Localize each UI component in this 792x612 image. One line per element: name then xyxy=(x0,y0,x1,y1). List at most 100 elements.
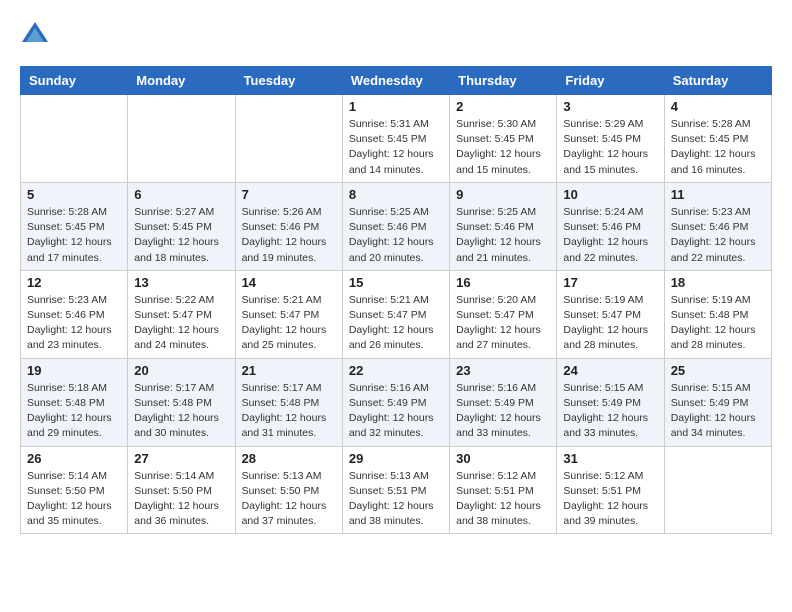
day-number: 19 xyxy=(27,363,121,378)
day-info: Sunrise: 5:15 AM Sunset: 5:49 PM Dayligh… xyxy=(671,381,765,442)
calendar-week-row: 5 Sunrise: 5:28 AM Sunset: 5:45 PM Daylig… xyxy=(21,182,772,270)
calendar-cell: 3 Sunrise: 5:29 AM Sunset: 5:45 PM Daylig… xyxy=(557,95,664,183)
day-info: Sunrise: 5:21 AM Sunset: 5:47 PM Dayligh… xyxy=(242,293,336,354)
day-number: 10 xyxy=(563,187,657,202)
day-info: Sunrise: 5:12 AM Sunset: 5:51 PM Dayligh… xyxy=(456,469,550,530)
day-info: Sunrise: 5:20 AM Sunset: 5:47 PM Dayligh… xyxy=(456,293,550,354)
calendar-cell: 2Sunrise: 5:30 AM Sunset: 5:45 PM Daylig… xyxy=(450,95,557,183)
calendar-cell: 19 Sunrise: 5:18 AM Sunset: 5:48 PM Dayli… xyxy=(21,358,128,446)
day-info: Sunrise: 5:16 AM Sunset: 5:49 PM Dayligh… xyxy=(349,381,443,442)
calendar-cell: 17 Sunrise: 5:19 AM Sunset: 5:47 PM Dayli… xyxy=(557,270,664,358)
day-number: 21 xyxy=(242,363,336,378)
calendar-cell: 6 Sunrise: 5:27 AM Sunset: 5:45 PM Daylig… xyxy=(128,182,235,270)
day-info: Sunrise: 5:14 AM Sunset: 5:50 PM Dayligh… xyxy=(27,469,121,530)
day-info: Sunrise: 5:23 AM Sunset: 5:46 PM Dayligh… xyxy=(671,205,765,266)
day-info: Sunrise: 5:23 AM Sunset: 5:46 PM Dayligh… xyxy=(27,293,121,354)
day-info: Sunrise: 5:14 AM Sunset: 5:50 PM Dayligh… xyxy=(134,469,228,530)
day-number: 9 xyxy=(456,187,550,202)
calendar-week-row: 1 Sunrise: 5:31 AM Sunset: 5:45 PM Daylig… xyxy=(21,95,772,183)
day-info: Sunrise: 5:17 AM Sunset: 5:48 PM Dayligh… xyxy=(134,381,228,442)
calendar-cell: 1 Sunrise: 5:31 AM Sunset: 5:45 PM Daylig… xyxy=(342,95,449,183)
day-number: 8 xyxy=(349,187,443,202)
calendar-header-row: SundayMondayTuesdayWednesdayThursdayFrid… xyxy=(21,67,772,95)
calendar-cell: 18 Sunrise: 5:19 AM Sunset: 5:48 PM Dayli… xyxy=(664,270,771,358)
day-number: 14 xyxy=(242,275,336,290)
day-number: 18 xyxy=(671,275,765,290)
column-header-wednesday: Wednesday xyxy=(342,67,449,95)
calendar-cell: 29Sunrise: 5:13 AM Sunset: 5:51 PM Dayli… xyxy=(342,446,449,534)
column-header-thursday: Thursday xyxy=(450,67,557,95)
day-info: Sunrise: 5:24 AM Sunset: 5:46 PM Dayligh… xyxy=(563,205,657,266)
day-info: Sunrise: 5:13 AM Sunset: 5:51 PM Dayligh… xyxy=(349,469,443,530)
calendar-cell xyxy=(235,95,342,183)
day-info: Sunrise: 5:21 AM Sunset: 5:47 PM Dayligh… xyxy=(349,293,443,354)
day-number: 24 xyxy=(563,363,657,378)
day-number: 17 xyxy=(563,275,657,290)
calendar-week-row: 12 Sunrise: 5:23 AM Sunset: 5:46 PM Dayli… xyxy=(21,270,772,358)
calendar-cell: 26 Sunrise: 5:14 AM Sunset: 5:50 PM Dayli… xyxy=(21,446,128,534)
day-number: 23 xyxy=(456,363,550,378)
calendar-cell: 5 Sunrise: 5:28 AM Sunset: 5:45 PM Daylig… xyxy=(21,182,128,270)
day-number: 22 xyxy=(349,363,443,378)
day-info: Sunrise: 5:25 AM Sunset: 5:46 PM Dayligh… xyxy=(349,205,443,266)
calendar-cell: 8 Sunrise: 5:25 AM Sunset: 5:46 PM Daylig… xyxy=(342,182,449,270)
day-info: Sunrise: 5:27 AM Sunset: 5:45 PM Dayligh… xyxy=(134,205,228,266)
day-number: 15 xyxy=(349,275,443,290)
day-info: Sunrise: 5:29 AM Sunset: 5:45 PM Dayligh… xyxy=(563,117,657,178)
day-info: Sunrise: 5:16 AM Sunset: 5:49 PM Dayligh… xyxy=(456,381,550,442)
calendar-cell: 31 Sunrise: 5:12 AM Sunset: 5:51 PM Dayli… xyxy=(557,446,664,534)
calendar-cell xyxy=(21,95,128,183)
day-number: 31 xyxy=(563,451,657,466)
calendar-cell: 23 Sunrise: 5:16 AM Sunset: 5:49 PM Dayli… xyxy=(450,358,557,446)
day-info: Sunrise: 5:17 AM Sunset: 5:48 PM Dayligh… xyxy=(242,381,336,442)
day-info: Sunrise: 5:12 AM Sunset: 5:51 PM Dayligh… xyxy=(563,469,657,530)
calendar-cell: 15 Sunrise: 5:21 AM Sunset: 5:47 PM Dayli… xyxy=(342,270,449,358)
calendar-cell: 13Sunrise: 5:22 AM Sunset: 5:47 PM Dayli… xyxy=(128,270,235,358)
calendar-cell: 4Sunrise: 5:28 AM Sunset: 5:45 PM Daylig… xyxy=(664,95,771,183)
calendar-cell: 7 Sunrise: 5:26 AM Sunset: 5:46 PM Daylig… xyxy=(235,182,342,270)
calendar-cell: 11Sunrise: 5:23 AM Sunset: 5:46 PM Dayli… xyxy=(664,182,771,270)
day-number: 12 xyxy=(27,275,121,290)
calendar-cell: 10 Sunrise: 5:24 AM Sunset: 5:46 PM Dayli… xyxy=(557,182,664,270)
calendar-table: SundayMondayTuesdayWednesdayThursdayFrid… xyxy=(20,66,772,534)
day-number: 1 xyxy=(349,99,443,114)
logo-icon xyxy=(20,20,50,50)
calendar-cell: 16 Sunrise: 5:20 AM Sunset: 5:47 PM Dayli… xyxy=(450,270,557,358)
day-number: 5 xyxy=(27,187,121,202)
day-number: 3 xyxy=(563,99,657,114)
calendar-cell: 22 Sunrise: 5:16 AM Sunset: 5:49 PM Dayli… xyxy=(342,358,449,446)
day-info: Sunrise: 5:28 AM Sunset: 5:45 PM Dayligh… xyxy=(671,117,765,178)
column-header-tuesday: Tuesday xyxy=(235,67,342,95)
calendar-week-row: 19 Sunrise: 5:18 AM Sunset: 5:48 PM Dayli… xyxy=(21,358,772,446)
day-number: 28 xyxy=(242,451,336,466)
day-info: Sunrise: 5:18 AM Sunset: 5:48 PM Dayligh… xyxy=(27,381,121,442)
day-number: 13 xyxy=(134,275,228,290)
day-info: Sunrise: 5:13 AM Sunset: 5:50 PM Dayligh… xyxy=(242,469,336,530)
calendar-cell: 20 Sunrise: 5:17 AM Sunset: 5:48 PM Dayli… xyxy=(128,358,235,446)
day-number: 27 xyxy=(134,451,228,466)
day-info: Sunrise: 5:19 AM Sunset: 5:47 PM Dayligh… xyxy=(563,293,657,354)
day-info: Sunrise: 5:28 AM Sunset: 5:45 PM Dayligh… xyxy=(27,205,121,266)
logo xyxy=(20,20,54,50)
calendar-cell: 9Sunrise: 5:25 AM Sunset: 5:46 PM Daylig… xyxy=(450,182,557,270)
day-number: 30 xyxy=(456,451,550,466)
calendar-cell: 24Sunrise: 5:15 AM Sunset: 5:49 PM Dayli… xyxy=(557,358,664,446)
column-header-monday: Monday xyxy=(128,67,235,95)
day-info: Sunrise: 5:19 AM Sunset: 5:48 PM Dayligh… xyxy=(671,293,765,354)
calendar-cell: 14 Sunrise: 5:21 AM Sunset: 5:47 PM Dayli… xyxy=(235,270,342,358)
day-number: 7 xyxy=(242,187,336,202)
calendar-cell xyxy=(128,95,235,183)
day-info: Sunrise: 5:30 AM Sunset: 5:45 PM Dayligh… xyxy=(456,117,550,178)
column-header-sunday: Sunday xyxy=(21,67,128,95)
day-number: 6 xyxy=(134,187,228,202)
day-number: 26 xyxy=(27,451,121,466)
day-info: Sunrise: 5:31 AM Sunset: 5:45 PM Dayligh… xyxy=(349,117,443,178)
day-number: 16 xyxy=(456,275,550,290)
calendar-cell: 30 Sunrise: 5:12 AM Sunset: 5:51 PM Dayli… xyxy=(450,446,557,534)
calendar-week-row: 26 Sunrise: 5:14 AM Sunset: 5:50 PM Dayli… xyxy=(21,446,772,534)
day-number: 20 xyxy=(134,363,228,378)
day-info: Sunrise: 5:26 AM Sunset: 5:46 PM Dayligh… xyxy=(242,205,336,266)
calendar-cell: 21 Sunrise: 5:17 AM Sunset: 5:48 PM Dayli… xyxy=(235,358,342,446)
page-header xyxy=(20,20,772,50)
calendar-cell: 12 Sunrise: 5:23 AM Sunset: 5:46 PM Dayli… xyxy=(21,270,128,358)
